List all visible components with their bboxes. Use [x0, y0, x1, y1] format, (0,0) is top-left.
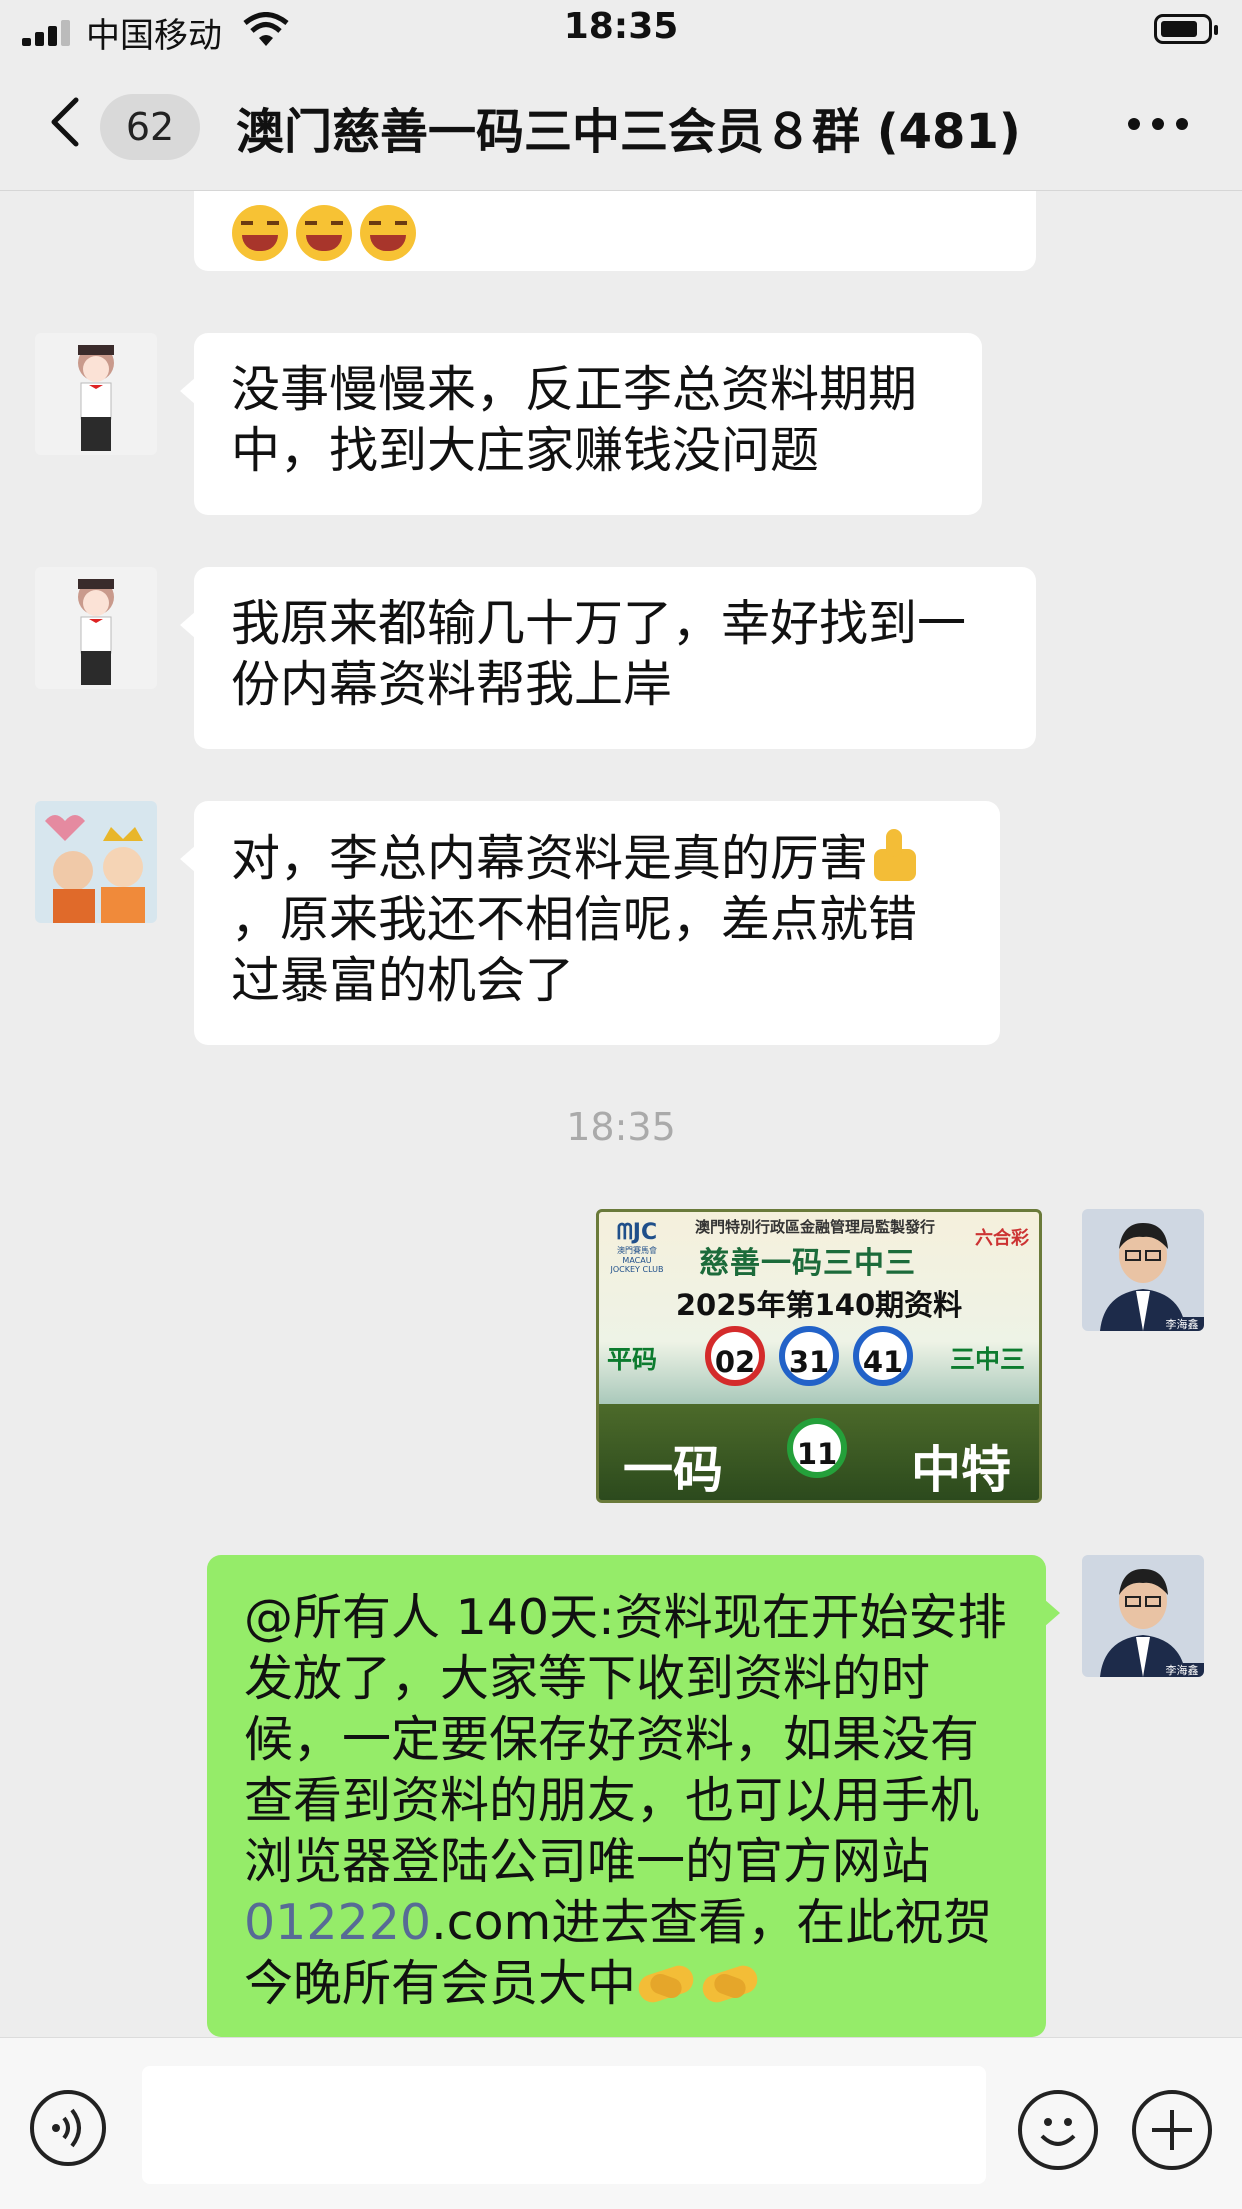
battery-icon	[1154, 14, 1218, 44]
lottery-ball: 31	[779, 1326, 839, 1386]
message-bubble[interactable]: 没事慢慢来，反正李总资料期期中，找到大庄家赚钱没问题	[180, 333, 982, 515]
message-text: @所有人 140天:资料现在开始安排发放了，大家等下收到资料的时候，一定要保存好…	[244, 1589, 1007, 1890]
chat-header: 62 澳门慈善一码三中三会员８群 (481)	[0, 62, 1242, 191]
status-bar: 中国移动 18:35	[0, 0, 1242, 62]
laugh-emoji-icon	[296, 205, 352, 261]
children-photo-avatar-icon	[35, 801, 157, 923]
message-bubble[interactable]: 对，李总内幕资料是真的厉害，原来我还不相信呢，差点就错过暴富的机会了	[180, 801, 1000, 1045]
image-brand: 六合彩	[975, 1228, 1029, 1249]
avatar-self[interactable]: 李海鑫	[1082, 1555, 1204, 1677]
cartoon-girl-avatar-icon	[35, 333, 157, 455]
message-text: 对，李总内幕资料是真的厉害	[231, 830, 869, 887]
message-bubble-partial	[194, 191, 1036, 271]
message-text-continued: ，原来我还不相信呢，差点就错过暴富的机会了	[231, 891, 918, 1009]
handshake-emoji-icon	[700, 1958, 760, 2006]
image-bottom-left: 一码	[623, 1441, 723, 1499]
more-icon[interactable]	[1128, 114, 1188, 134]
message-text: 没事慢慢来，反正李总资料期期中，找到大庄家赚钱没问题	[231, 361, 918, 479]
avatar[interactable]	[35, 567, 157, 689]
message-bubble-self[interactable]: @所有人 140天:资料现在开始安排发放了，大家等下收到资料的时候，一定要保存好…	[207, 1555, 1060, 2037]
image-bottom-right: 中特	[911, 1441, 1011, 1499]
macau-jockey-club-logo: ᗰJC 澳門賽馬會 MACAU JOCKEY CLUB	[610, 1220, 664, 1274]
laugh-emoji-row	[232, 205, 424, 267]
handshake-emoji-icon	[636, 1958, 696, 2006]
image-left-label: 平码	[607, 1345, 658, 1374]
image-top-line: 澳門特別行政區金融管理局監製發行	[695, 1218, 936, 1236]
emoji-icon[interactable]	[1018, 2090, 1098, 2170]
image-bottom-band: 一码 11 中特	[599, 1404, 1039, 1500]
message-text: 我原来都输几十万了，幸好找到一份内幕资料帮我上岸	[231, 595, 967, 713]
man-photo-avatar-icon: 李海鑫	[1082, 1555, 1204, 1677]
back-arrow-icon[interactable]	[40, 92, 100, 152]
website-link[interactable]: 012220	[244, 1894, 431, 1951]
man-photo-avatar-icon: 李海鑫	[1082, 1209, 1204, 1331]
chat-title: 澳门慈善一码三中三会员８群 (481)	[236, 104, 1021, 160]
lottery-ball: 41	[853, 1326, 913, 1386]
voice-icon[interactable]	[30, 2090, 106, 2166]
special-lottery-ball: 11	[787, 1418, 847, 1478]
message-list[interactable]: 没事慢慢来，反正李总资料期期中，找到大庄家赚钱没问题 我原来都输几十万了，幸好找…	[0, 191, 1242, 2037]
image-title: 慈善一码三中三	[699, 1246, 916, 1281]
input-bar	[0, 2037, 1242, 2209]
avatar[interactable]	[35, 801, 157, 923]
svg-text:李海鑫: 李海鑫	[1166, 1317, 1199, 1331]
lottery-ball: 02	[705, 1326, 765, 1386]
avatar-self[interactable]: 李海鑫	[1082, 1209, 1204, 1331]
unread-count-badge[interactable]: 62	[100, 94, 200, 160]
svg-text:李海鑫: 李海鑫	[1166, 1663, 1199, 1677]
image-right-label: 三中三	[949, 1345, 1025, 1374]
laugh-emoji-icon	[360, 205, 416, 261]
thumbs-up-emoji-icon	[868, 827, 924, 883]
message-bubble[interactable]: 我原来都输几十万了，幸好找到一份内幕资料帮我上岸	[180, 567, 1036, 749]
message-timestamp: 18:35	[566, 1105, 676, 1149]
cartoon-girl-avatar-icon	[35, 567, 157, 689]
avatar[interactable]	[35, 333, 157, 455]
message-input[interactable]	[142, 2066, 986, 2184]
laugh-emoji-icon	[232, 205, 288, 261]
plus-icon[interactable]	[1132, 2090, 1212, 2170]
lottery-image-message[interactable]: ᗰJC 澳門賽馬會 MACAU JOCKEY CLUB 澳門特別行政區金融管理局…	[596, 1209, 1042, 1503]
clock: 18:35	[563, 6, 679, 47]
image-issue: 2025年第140期资料	[675, 1288, 963, 1322]
